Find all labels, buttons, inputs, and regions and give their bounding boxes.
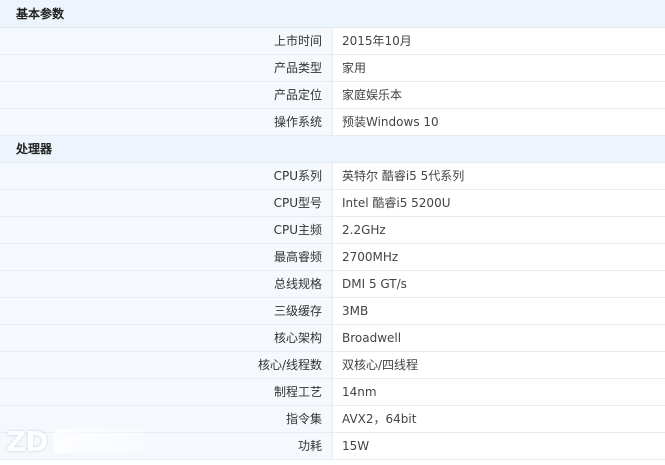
spec-value: 双核心/四线程 — [332, 351, 665, 379]
section-title: 处理器 — [0, 135, 665, 163]
spec-row: 指令集 AVX2，64bit — [0, 405, 665, 433]
section-header-processor: 处理器 — [0, 135, 665, 163]
spec-value: 英特尔 酷睿i5 5代系列 — [332, 162, 665, 190]
spec-row: 最高睿频 2700MHz — [0, 243, 665, 271]
spec-label: 核心/线程数 — [0, 351, 333, 379]
spec-value: 2015年10月 — [332, 27, 665, 55]
spec-row: 操作系统 预装Windows 10 — [0, 108, 665, 136]
spec-label: 总线规格 — [0, 270, 333, 298]
spec-label: 操作系统 — [0, 108, 333, 136]
spec-label: 产品类型 — [0, 54, 333, 82]
spec-row: 功耗 15W — [0, 432, 665, 460]
spec-label: CPU主频 — [0, 216, 333, 244]
spec-row: 产品类型 家用 — [0, 54, 665, 82]
spec-row: 三级缓存 3MB — [0, 297, 665, 325]
spec-row: 产品定位 家庭娱乐本 — [0, 81, 665, 109]
spec-label: 产品定位 — [0, 81, 333, 109]
spec-label: 制程工艺 — [0, 378, 333, 406]
spec-row: CPU系列 英特尔 酷睿i5 5代系列 — [0, 162, 665, 190]
spec-value: Intel 酷睿i5 5200U — [332, 189, 665, 217]
spec-row: 制程工艺 14nm — [0, 378, 665, 406]
spec-label: 核心架构 — [0, 324, 333, 352]
spec-value: 15W — [332, 432, 665, 460]
spec-value: AVX2，64bit — [332, 405, 665, 433]
spec-label: 指令集 — [0, 405, 333, 433]
spec-row: 上市时间 2015年10月 — [0, 27, 665, 55]
spec-label: CPU型号 — [0, 189, 333, 217]
spec-value: 家庭娱乐本 — [332, 81, 665, 109]
spec-value: 3MB — [332, 297, 665, 325]
spec-label: 上市时间 — [0, 27, 333, 55]
spec-label: 功耗 — [0, 432, 333, 460]
spec-value: 14nm — [332, 378, 665, 406]
spec-label: 最高睿频 — [0, 243, 333, 271]
section-title: 基本参数 — [0, 0, 665, 28]
spec-value: Broadwell — [332, 324, 665, 352]
spec-value: 2.2GHz — [332, 216, 665, 244]
spec-row: 核心架构 Broadwell — [0, 324, 665, 352]
spec-row: CPU主频 2.2GHz — [0, 216, 665, 244]
spec-row: 总线规格 DMI 5 GT/s — [0, 270, 665, 298]
spec-value: 家用 — [332, 54, 665, 82]
spec-row: CPU型号 Intel 酷睿i5 5200U — [0, 189, 665, 217]
spec-value: 2700MHz — [332, 243, 665, 271]
spec-value: DMI 5 GT/s — [332, 270, 665, 298]
spec-label: CPU系列 — [0, 162, 333, 190]
spec-row: 核心/线程数 双核心/四线程 — [0, 351, 665, 379]
spec-label: 三级缓存 — [0, 297, 333, 325]
spec-value: 预装Windows 10 — [332, 108, 665, 136]
section-header-basic: 基本参数 — [0, 0, 665, 28]
spec-table: 基本参数 上市时间 2015年10月 产品类型 家用 产品定位 家庭娱乐本 操作… — [0, 0, 665, 460]
